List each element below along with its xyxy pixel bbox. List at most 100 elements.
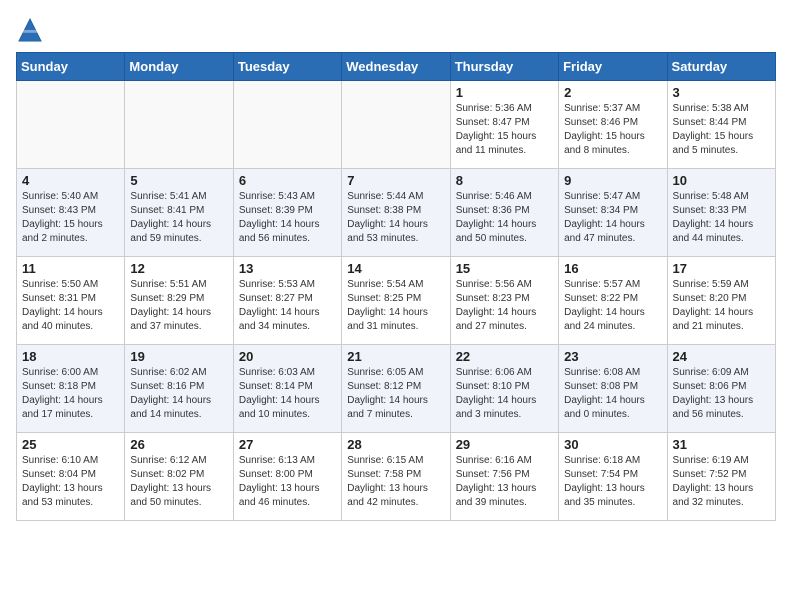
calendar-day-cell: 4Sunrise: 5:40 AM Sunset: 8:43 PM Daylig…: [17, 169, 125, 257]
day-info: Sunrise: 6:19 AM Sunset: 7:52 PM Dayligh…: [673, 454, 770, 510]
day-number: 5: [130, 173, 227, 188]
day-number: 16: [564, 261, 661, 276]
day-number: 17: [673, 261, 770, 276]
column-header-friday: Friday: [559, 53, 667, 81]
calendar-day-cell: 29 Sunrise: 6:16 AM Sunset: 7:56 PM Dayli…: [450, 433, 558, 521]
column-header-thursday: Thursday: [450, 53, 558, 81]
day-info: Sunrise: 6:03 AM Sunset: 8:14 PM Dayligh…: [239, 366, 336, 422]
calendar-day-cell: [17, 81, 125, 169]
page-header: [16, 16, 776, 44]
day-info: Sunrise: 6:08 AM Sunset: 8:08 PM Dayligh…: [564, 366, 661, 422]
column-header-tuesday: Tuesday: [233, 53, 341, 81]
calendar-day-cell: 31 Sunrise: 6:19 AM Sunset: 7:52 PM Dayli…: [667, 433, 775, 521]
calendar-day-cell: 17 Sunrise: 5:59 AM Sunset: 8:20 PM Dayli…: [667, 257, 775, 345]
calendar-day-cell: 11 Sunrise: 5:50 AM Sunset: 8:31 PM Dayli…: [17, 257, 125, 345]
calendar-day-cell: 13Sunrise: 5:53 AM Sunset: 8:27 PM Dayli…: [233, 257, 341, 345]
calendar-day-cell: 23 Sunrise: 6:08 AM Sunset: 8:08 PM Dayli…: [559, 345, 667, 433]
day-info: Sunrise: 6:15 AM Sunset: 7:58 PM Dayligh…: [347, 454, 444, 510]
column-header-monday: Monday: [125, 53, 233, 81]
calendar-day-cell: 3 Sunrise: 5:38 AM Sunset: 8:44 PM Daylig…: [667, 81, 775, 169]
day-number: 11: [22, 261, 119, 276]
calendar-day-cell: 27 Sunrise: 6:13 AM Sunset: 8:00 PM Dayli…: [233, 433, 341, 521]
day-number: 12: [130, 261, 227, 276]
day-info: Sunrise: 6:12 AM Sunset: 8:02 PM Dayligh…: [130, 454, 227, 510]
day-info: Sunrise: 5:54 AM Sunset: 8:25 PM Dayligh…: [347, 278, 444, 334]
calendar-day-cell: 1Sunrise: 5:36 AM Sunset: 8:47 PM Daylig…: [450, 81, 558, 169]
day-info: Sunrise: 6:06 AM Sunset: 8:10 PM Dayligh…: [456, 366, 553, 422]
calendar-day-cell: 20Sunrise: 6:03 AM Sunset: 8:14 PM Dayli…: [233, 345, 341, 433]
calendar-day-cell: 24 Sunrise: 6:09 AM Sunset: 8:06 PM Dayli…: [667, 345, 775, 433]
calendar-day-cell: [233, 81, 341, 169]
calendar-table: SundayMondayTuesdayWednesdayThursdayFrid…: [16, 52, 776, 521]
day-number: 9: [564, 173, 661, 188]
day-info: Sunrise: 6:02 AM Sunset: 8:16 PM Dayligh…: [130, 366, 227, 422]
day-number: 24: [673, 349, 770, 364]
calendar-day-cell: 16 Sunrise: 5:57 AM Sunset: 8:22 PM Dayli…: [559, 257, 667, 345]
day-info: Sunrise: 6:18 AM Sunset: 7:54 PM Dayligh…: [564, 454, 661, 510]
day-info: Sunrise: 5:41 AM Sunset: 8:41 PM Dayligh…: [130, 190, 227, 246]
day-info: Sunrise: 5:57 AM Sunset: 8:22 PM Dayligh…: [564, 278, 661, 334]
calendar-day-cell: 5 Sunrise: 5:41 AM Sunset: 8:41 PM Daylig…: [125, 169, 233, 257]
day-number: 6: [239, 173, 336, 188]
day-number: 22: [456, 349, 553, 364]
day-info: Sunrise: 6:09 AM Sunset: 8:06 PM Dayligh…: [673, 366, 770, 422]
calendar-day-cell: 19 Sunrise: 6:02 AM Sunset: 8:16 PM Dayli…: [125, 345, 233, 433]
day-number: 19: [130, 349, 227, 364]
calendar-day-cell: 14 Sunrise: 5:54 AM Sunset: 8:25 PM Dayli…: [342, 257, 450, 345]
calendar-day-cell: 22 Sunrise: 6:06 AM Sunset: 8:10 PM Dayli…: [450, 345, 558, 433]
calendar-day-cell: 21Sunrise: 6:05 AM Sunset: 8:12 PM Dayli…: [342, 345, 450, 433]
day-number: 3: [673, 85, 770, 100]
calendar-day-cell: 12 Sunrise: 5:51 AM Sunset: 8:29 PM Dayli…: [125, 257, 233, 345]
day-number: 1: [456, 85, 553, 100]
calendar-day-cell: 26 Sunrise: 6:12 AM Sunset: 8:02 PM Dayli…: [125, 433, 233, 521]
calendar-day-cell: 9 Sunrise: 5:47 AM Sunset: 8:34 PM Daylig…: [559, 169, 667, 257]
calendar-week-row: 25 Sunrise: 6:10 AM Sunset: 8:04 PM Dayli…: [17, 433, 776, 521]
day-info: Sunrise: 5:38 AM Sunset: 8:44 PM Dayligh…: [673, 102, 770, 158]
day-info: Sunrise: 5:44 AM Sunset: 8:38 PM Dayligh…: [347, 190, 444, 246]
calendar-day-cell: 7 Sunrise: 5:44 AM Sunset: 8:38 PM Daylig…: [342, 169, 450, 257]
calendar-day-cell: 6 Sunrise: 5:43 AM Sunset: 8:39 PM Daylig…: [233, 169, 341, 257]
calendar-week-row: 1Sunrise: 5:36 AM Sunset: 8:47 PM Daylig…: [17, 81, 776, 169]
day-number: 29: [456, 437, 553, 452]
day-info: Sunrise: 6:05 AM Sunset: 8:12 PM Dayligh…: [347, 366, 444, 422]
day-info: Sunrise: 5:47 AM Sunset: 8:34 PM Dayligh…: [564, 190, 661, 246]
column-header-sunday: Sunday: [17, 53, 125, 81]
day-number: 18: [22, 349, 119, 364]
day-info: Sunrise: 5:50 AM Sunset: 8:31 PM Dayligh…: [22, 278, 119, 334]
day-info: Sunrise: 5:46 AM Sunset: 8:36 PM Dayligh…: [456, 190, 553, 246]
day-info: Sunrise: 6:00 AM Sunset: 8:18 PM Dayligh…: [22, 366, 119, 422]
day-info: Sunrise: 5:43 AM Sunset: 8:39 PM Dayligh…: [239, 190, 336, 246]
calendar-day-cell: 10 Sunrise: 5:48 AM Sunset: 8:33 PM Dayli…: [667, 169, 775, 257]
calendar-day-cell: 28 Sunrise: 6:15 AM Sunset: 7:58 PM Dayli…: [342, 433, 450, 521]
day-info: Sunrise: 6:16 AM Sunset: 7:56 PM Dayligh…: [456, 454, 553, 510]
day-info: Sunrise: 6:10 AM Sunset: 8:04 PM Dayligh…: [22, 454, 119, 510]
day-number: 28: [347, 437, 444, 452]
day-info: Sunrise: 5:56 AM Sunset: 8:23 PM Dayligh…: [456, 278, 553, 334]
day-info: Sunrise: 6:13 AM Sunset: 8:00 PM Dayligh…: [239, 454, 336, 510]
day-number: 23: [564, 349, 661, 364]
day-number: 25: [22, 437, 119, 452]
day-number: 7: [347, 173, 444, 188]
day-number: 8: [456, 173, 553, 188]
day-number: 10: [673, 173, 770, 188]
column-header-wednesday: Wednesday: [342, 53, 450, 81]
calendar-day-cell: 25 Sunrise: 6:10 AM Sunset: 8:04 PM Dayli…: [17, 433, 125, 521]
day-info: Sunrise: 5:48 AM Sunset: 8:33 PM Dayligh…: [673, 190, 770, 246]
day-number: 31: [673, 437, 770, 452]
day-number: 27: [239, 437, 336, 452]
calendar-day-cell: 30 Sunrise: 6:18 AM Sunset: 7:54 PM Dayli…: [559, 433, 667, 521]
calendar-header-row: SundayMondayTuesdayWednesdayThursdayFrid…: [17, 53, 776, 81]
logo-icon: [16, 16, 44, 44]
calendar-week-row: 18 Sunrise: 6:00 AM Sunset: 8:18 PM Dayli…: [17, 345, 776, 433]
day-number: 30: [564, 437, 661, 452]
day-number: 14: [347, 261, 444, 276]
day-info: Sunrise: 5:51 AM Sunset: 8:29 PM Dayligh…: [130, 278, 227, 334]
calendar-day-cell: 2Sunrise: 5:37 AM Sunset: 8:46 PM Daylig…: [559, 81, 667, 169]
calendar-day-cell: 15Sunrise: 5:56 AM Sunset: 8:23 PM Dayli…: [450, 257, 558, 345]
day-number: 13: [239, 261, 336, 276]
day-number: 26: [130, 437, 227, 452]
day-info: Sunrise: 5:37 AM Sunset: 8:46 PM Dayligh…: [564, 102, 661, 158]
day-info: Sunrise: 5:40 AM Sunset: 8:43 PM Dayligh…: [22, 190, 119, 246]
day-info: Sunrise: 5:59 AM Sunset: 8:20 PM Dayligh…: [673, 278, 770, 334]
logo: [16, 16, 48, 44]
